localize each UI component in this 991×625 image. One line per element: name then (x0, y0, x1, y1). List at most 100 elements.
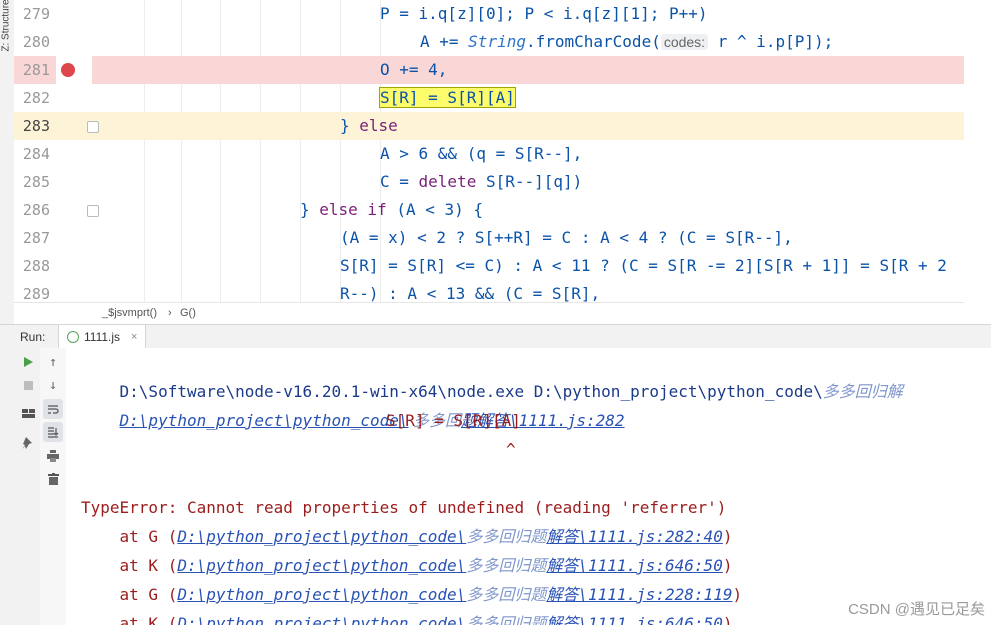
fold-icon[interactable] (87, 205, 99, 217)
source-path-link[interactable]: D:\python_project\python_code\ (120, 411, 409, 430)
code-text: (A = x) < 2 ? S[++R] = C : A < 4 ? (C = … (340, 224, 793, 252)
line-number[interactable]: 287 (14, 224, 50, 252)
code-token: , (437, 60, 448, 79)
code-line[interactable]: 281 O += 4, (14, 56, 964, 84)
stack-frame-location[interactable]: 解答\1111.js:646:50 (546, 614, 723, 625)
close-tab-icon[interactable]: × (131, 331, 137, 343)
code-token: O += 4 (380, 60, 438, 79)
stack-frame-location[interactable]: 解答\1111.js:646:50 (546, 556, 723, 575)
run-tab-1111js[interactable]: 1111.js × (58, 325, 147, 348)
code-line[interactable]: 284 A > 6 && (q = S[R--], (14, 140, 964, 168)
gutter[interactable] (56, 252, 92, 280)
stop-icon[interactable] (18, 375, 38, 395)
gutter[interactable] (56, 84, 92, 112)
code-line[interactable]: 279 P = i.q[z][0]; P < i.q[z][1]; P++) (14, 0, 964, 28)
structure-tool-strip[interactable]: Z: Structure (0, 0, 15, 325)
code-token: } (300, 200, 320, 219)
run-toolbar-secondary: ↑ ↓ (40, 348, 67, 625)
code-line[interactable]: 287 (A = x) < 2 ? S[++R] = C : A < 4 ? (C… (14, 224, 964, 252)
gutter[interactable] (56, 168, 92, 196)
line-number[interactable]: 280 (14, 28, 50, 56)
code-line[interactable]: 280 A += String.fromCharCode(codes: r ^ i… (14, 28, 964, 56)
run-panel-header: Run: 1111.js × (0, 324, 991, 349)
gutter[interactable] (56, 280, 92, 302)
stack-frame: at G (D:\python_project\python_code\多多回归… (81, 580, 743, 610)
console-error-message: TypeError: Cannot read properties of und… (81, 498, 727, 517)
breadcrumb-separator: › (168, 307, 172, 319)
code-text: S[R] = S[R][A] (379, 84, 516, 112)
code-token: String (468, 32, 526, 51)
code-text: A > 6 && (q = S[R--], (380, 140, 582, 168)
code-token: , (783, 228, 793, 247)
line-number[interactable]: 282 (14, 84, 50, 112)
layout-icon[interactable] (18, 403, 38, 423)
run-console-output[interactable]: D:\Software\node-v16.20.1-win-x64\node.e… (66, 348, 991, 625)
line-number[interactable]: 279 (14, 0, 50, 28)
run-tab-label: 1111.js (84, 329, 121, 344)
stack-frame-link[interactable]: D:\python_project\python_code\ (177, 556, 466, 575)
console-source-line: S[R] = S[R][A] (386, 411, 521, 430)
gutter[interactable] (56, 0, 92, 28)
fold-icon[interactable] (87, 121, 99, 133)
code-text: C = delete S[R--][q]) (380, 168, 582, 196)
stack-frame-link[interactable]: D:\python_project\python_code\ (177, 527, 466, 546)
line-number[interactable]: 288 (14, 252, 50, 280)
breadcrumb-fn-inner[interactable]: G() (180, 307, 196, 319)
code-token: else if (319, 200, 387, 219)
code-text: } else (340, 112, 398, 140)
breadcrumb: _$jsvmprt() › G() (14, 302, 964, 325)
code-token: S[R--][q]) (476, 172, 583, 191)
code-line[interactable]: 288 S[R] = S[R] <= C) : A < 11 ? (C = S[R… (14, 252, 964, 280)
soft-wrap-icon[interactable] (43, 399, 63, 419)
scroll-end-icon[interactable] (43, 422, 63, 442)
console-caret: ^ (506, 440, 516, 459)
code-token: .fromCharCode( (525, 32, 661, 51)
watermark: CSDN @遇见已足矣 (848, 601, 985, 618)
garbled-text: 多多回归题 (466, 616, 547, 625)
line-number[interactable]: 289 (14, 280, 50, 302)
code-line[interactable]: 289 R--) : A < 13 && (C = S[R], (14, 280, 964, 302)
up-arrow-icon[interactable]: ↑ (43, 352, 63, 372)
code-token: delete (418, 172, 477, 191)
stack-frame-prefix: at K ( (81, 614, 178, 625)
stack-frame-location[interactable]: 解答\1111.js:282:40 (546, 527, 723, 546)
stack-frame-location[interactable]: 解答\1111.js:228:119 (546, 585, 732, 604)
code-editor[interactable]: 279 P = i.q[z][0]; P < i.q[z][1]; P++) 280… (14, 0, 964, 302)
stack-frame-close: ) (722, 556, 733, 575)
down-arrow-icon[interactable]: ↓ (43, 375, 63, 395)
stack-frame: at G (D:\python_project\python_code\多多回归… (81, 522, 733, 552)
code-token: (A = x) < 2 ? S[++R] = C : A < 4 ? (C = … (340, 228, 784, 247)
stack-frame-link[interactable]: D:\python_project\python_code\ (177, 614, 466, 625)
console-source-location[interactable]: D:\python_project\python_code\ 多多回题解答\11… (81, 377, 625, 465)
breadcrumb-fn-outer[interactable]: _$jsvmprt() (102, 307, 157, 319)
code-token: } (340, 116, 360, 135)
stack-frame: at K (D:\python_project\python_code\多多回归… (81, 551, 733, 581)
code-line[interactable]: 286 } else if (A < 3) { (14, 196, 964, 224)
gutter[interactable] (56, 224, 92, 252)
breakpoint-icon[interactable] (61, 63, 75, 77)
run-icon[interactable] (18, 352, 38, 372)
code-line[interactable]: 285 C = delete S[R--][q]) (14, 168, 964, 196)
code-line[interactable]: 283 } else (14, 112, 964, 140)
structure-tab-label[interactable]: Z: Structure (1, 0, 12, 52)
print-icon[interactable] (43, 446, 63, 466)
code-text: R--) : A < 13 && (C = S[R], (340, 280, 600, 302)
pin-icon[interactable] (18, 433, 38, 453)
line-number[interactable]: 286 (14, 196, 50, 224)
gutter[interactable] (56, 28, 92, 56)
line-number[interactable]: 281 (14, 56, 50, 84)
code-token: R--) : A < 13 && (C = S[R] (340, 284, 591, 302)
code-text: P = i.q[z][0]; P < i.q[z][1]; P++) (380, 0, 708, 28)
line-number[interactable]: 284 (14, 140, 50, 168)
trash-icon[interactable] (43, 469, 63, 489)
stack-frame-link[interactable]: D:\python_project\python_code\ (177, 585, 466, 604)
line-number[interactable]: 285 (14, 168, 50, 196)
code-line[interactable]: 282 S[R] = S[R][A] (14, 84, 964, 112)
code-text: S[R] = S[R] <= C) : A < 11 ? (C = S[R -=… (340, 252, 947, 280)
line-number[interactable]: 283 (14, 112, 50, 140)
code-text: } else if (A < 3) { (300, 196, 483, 224)
code-token: C = (380, 172, 419, 191)
gutter[interactable] (56, 140, 92, 168)
code-text: O += 4, (380, 56, 447, 84)
garbled-text: 多多回归题 (466, 587, 547, 604)
